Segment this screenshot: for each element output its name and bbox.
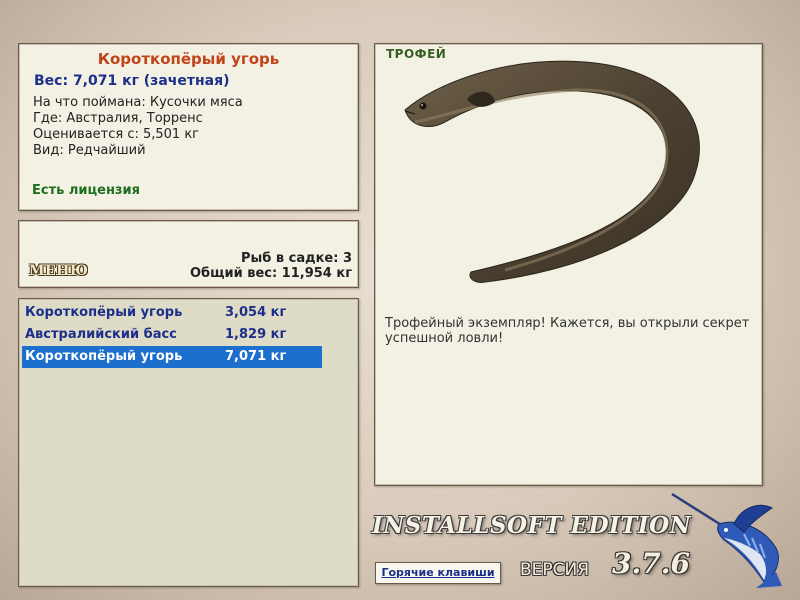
cage-fish-count: Рыб в садке: 3 — [240, 251, 352, 266]
catch-list-item[interactable]: Короткопёрый угорь 7,071 кг — [22, 346, 322, 368]
catch-item-name: Короткопёрый угорь — [25, 305, 183, 320]
trophy-message: Трофейный экземпляр! Кажется, вы открыли… — [385, 316, 750, 346]
cage-panel: МЕНЮ Рыб в садке: 3 Общий вес: 11,954 кг — [18, 220, 359, 288]
edition-title: INSTALLSOFT EDITION — [372, 512, 692, 539]
catch-list-item[interactable]: Короткопёрый угорь 3,054 кг — [22, 302, 322, 324]
menu-button[interactable]: МЕНЮ — [29, 263, 88, 279]
scored-from-info: Оценивается с: 5,501 кг — [33, 127, 200, 142]
version-label: ВЕРСИЯ — [520, 560, 590, 580]
eel-image — [404, 60, 700, 283]
fish-name: Короткопёрый угорь — [97, 50, 280, 68]
marlin-logo — [671, 492, 782, 588]
bait-info: На что поймана: Кусочки мяса — [33, 95, 243, 110]
rarity-info: Вид: Редчайший — [33, 143, 146, 158]
cage-total-weight: Общий вес: 11,954 кг — [189, 266, 352, 281]
catch-item-name: Короткопёрый угорь — [25, 349, 183, 364]
catch-item-weight: 7,071 кг — [225, 349, 287, 364]
hotkeys-button[interactable]: Горячие клавиши — [375, 562, 501, 584]
trophy-badge: ТРОФЕЙ — [386, 47, 447, 61]
license-status: Есть лицензия — [32, 183, 140, 198]
catch-item-weight: 1,829 кг — [225, 327, 287, 342]
catch-item-weight: 3,054 кг — [225, 305, 287, 320]
fish-weight: Вес: 7,071 кг (зачетная) — [34, 73, 230, 89]
catch-item-name: Австралийский басс — [25, 327, 177, 342]
trophy-panel: ТРОФЕЙ Трофейный экземпляр! Кажется, вы … — [374, 43, 763, 486]
location-info: Где: Австралия, Торренс — [33, 111, 203, 126]
catch-list-item[interactable]: Австралийский басс 1,829 кг — [22, 324, 322, 346]
catch-list: Короткопёрый угорь 3,054 кг Австралийски… — [18, 298, 359, 587]
catch-info-panel: Короткопёрый угорь Вес: 7,071 кг (зачетн… — [18, 43, 359, 211]
